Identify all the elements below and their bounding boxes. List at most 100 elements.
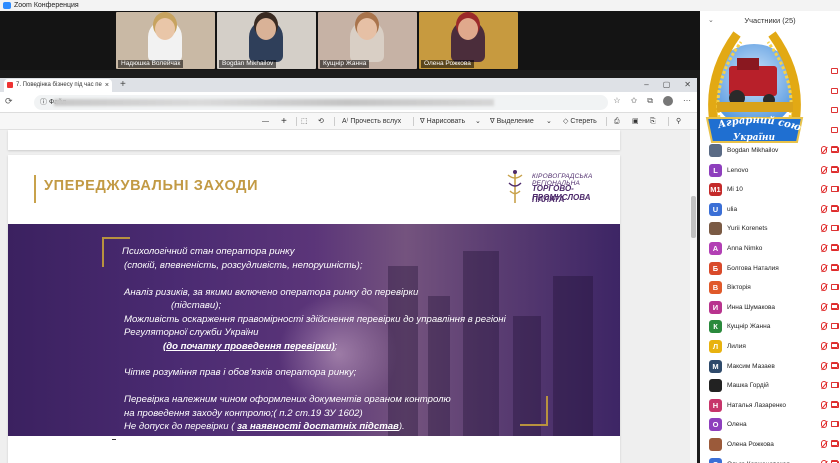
highlight-dropdown-icon[interactable]: ⌄ bbox=[546, 113, 552, 130]
participant-row[interactable]: L Lenovo bbox=[700, 161, 840, 180]
slide-line: Чітке розуміння прав і обов’язків операт… bbox=[124, 367, 357, 378]
side-control-icon[interactable] bbox=[831, 146, 838, 153]
org-name-line3: ПАЛАТА bbox=[532, 195, 565, 204]
participant-name: Машка Гордій bbox=[727, 382, 769, 390]
highlight-button[interactable]: ∇ Выделение bbox=[490, 113, 534, 130]
participant-avatar: К bbox=[709, 320, 722, 334]
muted-mic-icon bbox=[821, 459, 827, 463]
muted-mic-icon bbox=[821, 322, 827, 331]
participant-row[interactable]: К Кущнір Жанна bbox=[700, 317, 840, 336]
participant-avatar: О bbox=[709, 418, 722, 432]
muted-mic-icon bbox=[821, 420, 827, 429]
profile-avatar[interactable] bbox=[663, 96, 673, 106]
participant-row[interactable]: A Anna Nimko bbox=[700, 239, 840, 258]
reload-icon[interactable]: ⟳ bbox=[5, 96, 13, 107]
participant-avatar: Н bbox=[709, 398, 722, 412]
participant-row[interactable]: В Вікторія bbox=[700, 278, 840, 297]
side-control-icon[interactable] bbox=[831, 362, 838, 368]
zoom-out-icon[interactable]: — bbox=[262, 113, 269, 130]
side-control-icon[interactable] bbox=[831, 440, 838, 447]
draw-dropdown-icon[interactable]: ⌄ bbox=[475, 113, 481, 130]
draw-button[interactable]: ∇ Нарисовать bbox=[420, 113, 465, 130]
address-bar[interactable]: ⓘ Файл bbox=[34, 95, 608, 110]
video-tile[interactable]: Кущнір Жанна bbox=[318, 12, 417, 69]
participant-avatar: M1 bbox=[709, 183, 722, 197]
side-control-icon[interactable] bbox=[831, 420, 838, 427]
side-control-icon[interactable] bbox=[831, 322, 838, 329]
participant-row[interactable]: Б Болгова Наталия bbox=[700, 259, 840, 278]
participant-row[interactable]: Машка Гордій bbox=[700, 376, 840, 395]
slide-line: Можливість оскарження правомірності здій… bbox=[124, 314, 506, 325]
side-control-icon[interactable] bbox=[831, 87, 838, 94]
more-icon[interactable]: ⋯ bbox=[683, 96, 691, 106]
video-tile-name: Надюшка Волейчак bbox=[118, 60, 184, 68]
address-bar-row: ⟳ ⓘ Файл ☆ ✩ ⧉ ⋯ bbox=[0, 92, 697, 113]
side-control-icon[interactable] bbox=[831, 303, 838, 310]
side-control-icon[interactable] bbox=[831, 68, 838, 74]
browser-tab-bar: 7. Поведінка бізнесу під час пе × + – ▢ … bbox=[0, 78, 697, 92]
close-window-icon[interactable]: ✕ bbox=[684, 78, 691, 92]
close-tab-icon[interactable]: × bbox=[105, 79, 109, 92]
participant-name: Ольга Корженовская bbox=[727, 455, 790, 463]
file-info-icon[interactable]: ⓘ bbox=[40, 99, 47, 106]
maximize-icon[interactable]: ▢ bbox=[663, 78, 671, 92]
video-tile[interactable]: Олена Рожкова bbox=[419, 12, 518, 69]
side-control-icon[interactable] bbox=[831, 166, 838, 172]
participant-row[interactable]: О Олена bbox=[700, 415, 840, 434]
rotate-icon[interactable]: ⟲ bbox=[318, 113, 324, 130]
new-tab-button[interactable]: + bbox=[120, 78, 126, 92]
scrollbar-thumb[interactable] bbox=[691, 196, 696, 238]
side-control-icon[interactable] bbox=[831, 126, 838, 133]
slide-heading: УПЕРЕДЖУВАЛЬНІ ЗАХОДИ bbox=[44, 178, 259, 194]
side-control-icon[interactable] bbox=[831, 401, 838, 408]
participant-row[interactable]: Л Лилия bbox=[700, 337, 840, 356]
participant-row[interactable]: И Инна Шумакова bbox=[700, 298, 840, 317]
slide-line-emphasis: (до початку проведення перевірки) bbox=[163, 341, 335, 352]
fit-page-icon[interactable]: ⬚ bbox=[301, 113, 308, 130]
side-control-icon[interactable] bbox=[831, 244, 838, 251]
save-as-icon[interactable]: ⎘ bbox=[650, 113, 656, 130]
side-control-icon[interactable] bbox=[831, 264, 838, 270]
erase-label: Стереть bbox=[570, 118, 597, 125]
address-url-blurred bbox=[54, 99, 494, 106]
browser-tab[interactable]: 7. Поведінка бізнесу під час пе × bbox=[4, 79, 112, 92]
side-control-icon[interactable] bbox=[831, 205, 838, 212]
side-control-icon[interactable] bbox=[831, 185, 838, 192]
participant-avatar bbox=[709, 438, 722, 451]
video-tile[interactable]: Надюшка Волейчак bbox=[116, 12, 215, 69]
collections-icon[interactable]: ⧉ bbox=[647, 96, 653, 106]
pdf-document-area[interactable]: УПЕРЕДЖУВАЛЬНІ ЗАХОДИ КІРОВОГРАДСЬКА РЕГ… bbox=[0, 130, 690, 463]
side-control-icon[interactable] bbox=[831, 107, 838, 114]
participant-row[interactable]: M1 Mi 10 bbox=[700, 180, 840, 199]
side-control-icon[interactable] bbox=[831, 342, 838, 349]
read-aloud-button[interactable]: A⁾ Прочесть вслух bbox=[342, 113, 401, 130]
participant-row[interactable]: Н Наталья Лазаренко bbox=[700, 396, 840, 415]
print-icon[interactable]: ⎙ bbox=[614, 113, 620, 130]
zoom-in-icon[interactable]: + bbox=[281, 113, 287, 130]
side-control-icon[interactable] bbox=[831, 283, 838, 290]
pin-toolbar-icon[interactable]: ⚲ bbox=[676, 113, 681, 130]
muted-mic-icon bbox=[821, 400, 827, 409]
slide-line: (до початку проведення перевірки); bbox=[163, 341, 337, 352]
star-icon[interactable]: ☆ bbox=[613, 96, 620, 106]
participant-row[interactable]: О Ольга Корженовская bbox=[700, 455, 840, 463]
side-control-icon[interactable] bbox=[831, 224, 838, 231]
erase-button[interactable]: ◇ Стереть bbox=[563, 113, 597, 130]
favorites-icon[interactable]: ✩ bbox=[631, 96, 638, 106]
video-tile[interactable]: Bogdan Mikhailov bbox=[217, 12, 316, 69]
document-scrollbar[interactable] bbox=[690, 130, 697, 463]
participant-row[interactable]: Олена Рожкова bbox=[700, 435, 840, 454]
highlight-label: Выделение bbox=[496, 118, 534, 125]
participant-head bbox=[256, 18, 276, 40]
participant-row[interactable]: М Максим Мазаев bbox=[700, 357, 840, 376]
previous-page bbox=[8, 130, 620, 150]
slide-line: Психологічний стан оператора ринку bbox=[122, 246, 295, 257]
browser-window-controls: – ▢ ✕ bbox=[644, 78, 691, 92]
participant-row[interactable]: Uulia bbox=[700, 200, 840, 219]
participant-row[interactable]: Yurii Korenets bbox=[700, 219, 840, 238]
heading-accent-bar bbox=[34, 175, 36, 203]
minimize-icon[interactable]: – bbox=[644, 78, 648, 92]
save-icon[interactable]: ▣ bbox=[632, 113, 639, 130]
side-control-icon[interactable] bbox=[831, 381, 838, 388]
participant-avatar: В bbox=[709, 281, 722, 295]
